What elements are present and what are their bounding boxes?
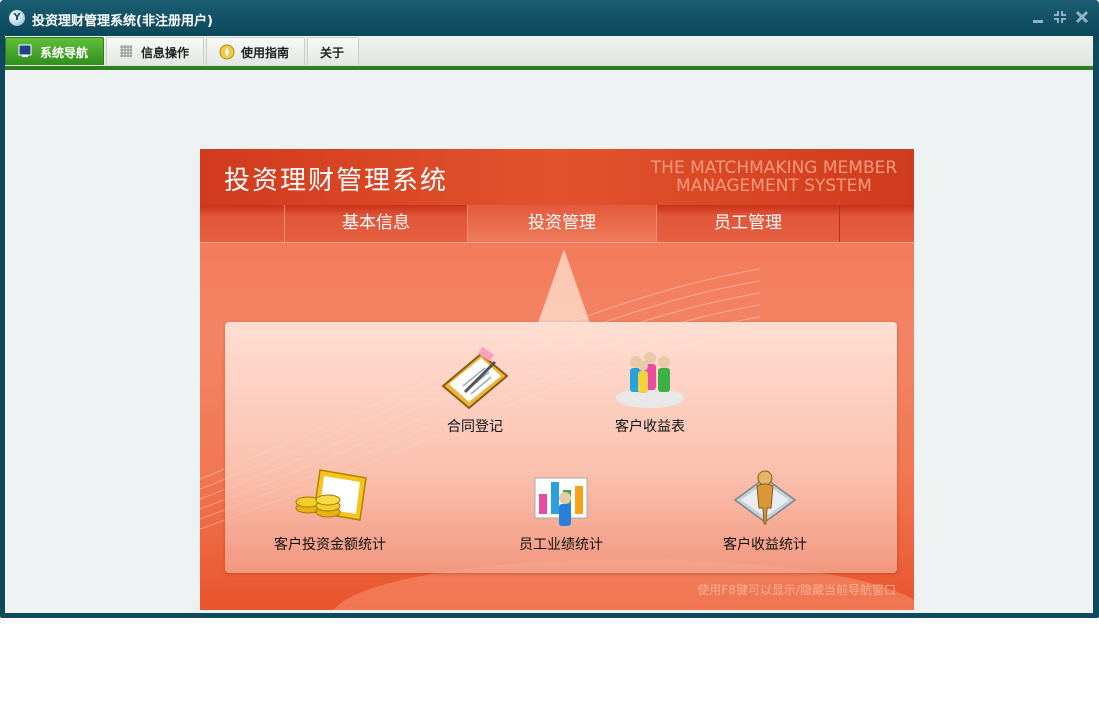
customer-revenue-table-item[interactable]: 客户收益表 [580, 346, 720, 436]
toolbar: 系统导航 信息操作 使用指南 关于 [5, 36, 1093, 66]
panel-title: 投资理财管理系统 [224, 166, 449, 196]
window-title: 投资理财管理系统(非注册用户) [32, 14, 213, 29]
app-logo-icon: Y [9, 10, 25, 26]
tab-label: 使用指南 [241, 46, 290, 60]
main-content: 投资理财管理系统 THE MATCHMAKING MEMBER MANAGEME… [5, 70, 1093, 613]
item-label: 合同登记 [447, 419, 503, 435]
grid-icon [119, 44, 133, 58]
person-document-icon [733, 470, 797, 525]
contract-registration-item[interactable]: 合同登记 [405, 346, 545, 436]
tab-user-guide[interactable]: 使用指南 [206, 37, 305, 65]
tab-label: 系统导航 [40, 46, 89, 60]
customer-revenue-statistics-item[interactable]: 客户收益统计 [695, 464, 835, 554]
contract-icon [441, 346, 509, 410]
close-icon[interactable] [1074, 10, 1090, 26]
nav-investment-management[interactable]: 投资管理 [467, 205, 657, 242]
tab-system-navigation[interactable]: 系统导航 [5, 37, 104, 65]
app-window: Y 投资理财管理系统(非注册用户) 系统导航 信息操作 使用指南 关于 投资理财… [0, 0, 1099, 618]
item-label: 员工业绩统计 [519, 537, 603, 553]
english-title-line1: THE MATCHMAKING MEMBER [650, 158, 898, 178]
nav-staff-management[interactable]: 员工管理 [656, 205, 840, 242]
item-label: 客户投资金额统计 [274, 537, 386, 553]
tab-about[interactable]: 关于 [307, 37, 359, 65]
coins-icon [295, 469, 367, 521]
minimize-icon[interactable] [1030, 10, 1046, 26]
staff-performance-statistics-item[interactable]: 员工业绩统计 [491, 464, 631, 554]
restore-icon[interactable] [1052, 10, 1068, 26]
navigation-panel: 投资理财管理系统 THE MATCHMAKING MEMBER MANAGEME… [200, 149, 914, 610]
panel-nav: 基本信息 投资管理 员工管理 [200, 205, 914, 243]
item-label: 客户收益统计 [723, 537, 807, 553]
compass-icon [219, 44, 235, 60]
nav-pointer [538, 249, 590, 323]
tab-info-operation[interactable]: 信息操作 [106, 37, 204, 65]
tab-label: 信息操作 [141, 46, 190, 60]
panel-english-title: THE MATCHMAKING MEMBER MANAGEMENT SYSTEM [644, 159, 904, 195]
title-bar[interactable]: Y 投资理财管理系统(非注册用户) [0, 0, 1099, 36]
english-title-line2: MANAGEMENT SYSTEM [676, 176, 872, 196]
function-card: 合同登记 客户收益表 客户投资金额统计 员工业绩统计 客户收益统计 [225, 322, 897, 573]
monitor-icon [18, 44, 32, 58]
item-label: 客户收益表 [615, 419, 685, 435]
f8-hint-text: 使用F8键可以显示/隐藏当前导航窗口 [697, 583, 896, 597]
panel-banner: 投资理财管理系统 THE MATCHMAKING MEMBER MANAGEME… [200, 149, 914, 205]
nav-basic-info[interactable]: 基本信息 [284, 205, 468, 242]
customer-group-icon [616, 352, 684, 408]
customer-investment-amount-statistics-item[interactable]: 客户投资金额统计 [260, 464, 400, 554]
chart-people-icon [534, 477, 588, 526]
tab-label: 关于 [320, 46, 345, 60]
